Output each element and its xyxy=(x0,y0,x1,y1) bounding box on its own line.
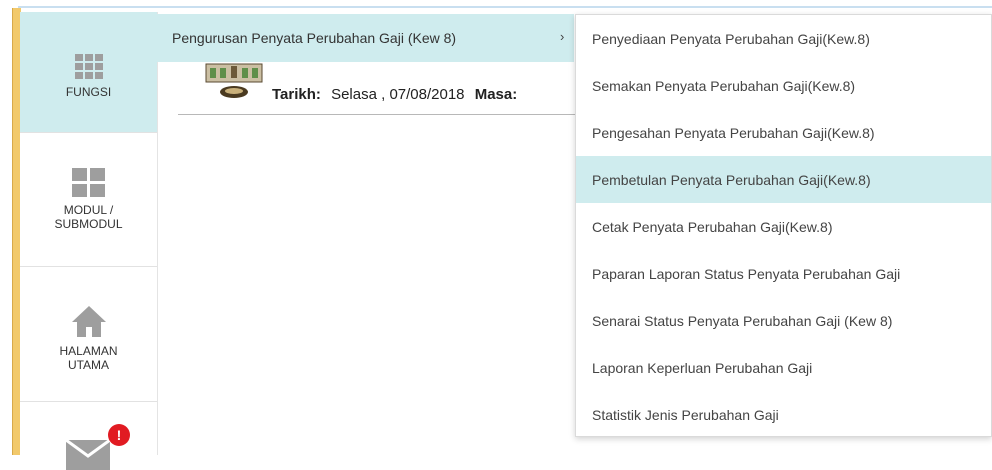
menu-item-paparan-laporan[interactable]: Paparan Laporan Status Penyata Perubahan… xyxy=(576,250,991,297)
date-time-text: Tarikh: Selasa , 07/08/2018 Masa: xyxy=(272,86,517,103)
chevron-right-icon: › xyxy=(560,29,565,44)
breadcrumb-label: Pengurusan Penyata Perubahan Gaji (Kew 8… xyxy=(172,30,457,46)
building-logo-icon xyxy=(205,63,263,98)
menu-item-penyediaan[interactable]: Penyediaan Penyata Perubahan Gaji(Kew.8) xyxy=(576,15,991,62)
mail-icon xyxy=(66,440,110,470)
tarikh-label: Tarikh: xyxy=(272,86,321,103)
notification-badge: ! xyxy=(108,424,130,446)
home-icon xyxy=(71,306,106,337)
menu-item-cetak[interactable]: Cetak Penyata Perubahan Gaji(Kew.8) xyxy=(576,203,991,250)
masa-label: Masa: xyxy=(474,86,518,103)
sidebar-item-mail[interactable] xyxy=(20,402,157,470)
breadcrumb-menu[interactable]: Pengurusan Penyata Perubahan Gaji (Kew 8… xyxy=(157,14,574,62)
label-line-2: SUBMODUL xyxy=(54,217,123,231)
date-header: Tarikh: Selasa , 07/08/2018 Masa: xyxy=(178,62,578,115)
label-line-2: UTAMA xyxy=(67,358,110,372)
sidebar-item-label: FUNGSI xyxy=(65,84,112,99)
top-divider xyxy=(18,6,992,8)
menu-item-semakan[interactable]: Semakan Penyata Perubahan Gaji(Kew.8) xyxy=(576,62,991,109)
sidebar: FUNGSI MODUL / SUBMODUL HALAMAN UTAMA xyxy=(20,12,158,470)
label-line-1: HALAMAN xyxy=(59,344,118,358)
top-frame xyxy=(0,0,992,10)
menu-item-pengesahan[interactable]: Pengesahan Penyata Perubahan Gaji(Kew.8) xyxy=(576,109,991,156)
apps-grid-icon xyxy=(74,53,103,79)
sidebar-item-label: HALAMAN UTAMA xyxy=(59,344,117,372)
sidebar-item-label: MODUL / SUBMODUL xyxy=(54,203,122,231)
menu-item-statistik[interactable]: Statistik Jenis Perubahan Gaji xyxy=(576,391,991,438)
menu-item-laporan-keperluan[interactable]: Laporan Keperluan Perubahan Gaji xyxy=(576,344,991,391)
sidebar-item-fungsi[interactable]: FUNGSI xyxy=(20,12,157,133)
label-line-1: MODUL / xyxy=(63,203,114,217)
module-grid-icon xyxy=(72,168,105,197)
menu-item-pembetulan[interactable]: Pembetulan Penyata Perubahan Gaji(Kew.8) xyxy=(576,156,991,203)
sidebar-item-halaman-utama[interactable]: HALAMAN UTAMA xyxy=(20,267,157,402)
sidebar-item-modul[interactable]: MODUL / SUBMODUL xyxy=(20,133,157,267)
menu-item-senarai-status[interactable]: Senarai Status Penyata Perubahan Gaji (K… xyxy=(576,297,991,344)
tarikh-value: Selasa , 07/08/2018 xyxy=(331,86,465,103)
submenu-dropdown: Penyediaan Penyata Perubahan Gaji(Kew.8)… xyxy=(575,14,992,437)
